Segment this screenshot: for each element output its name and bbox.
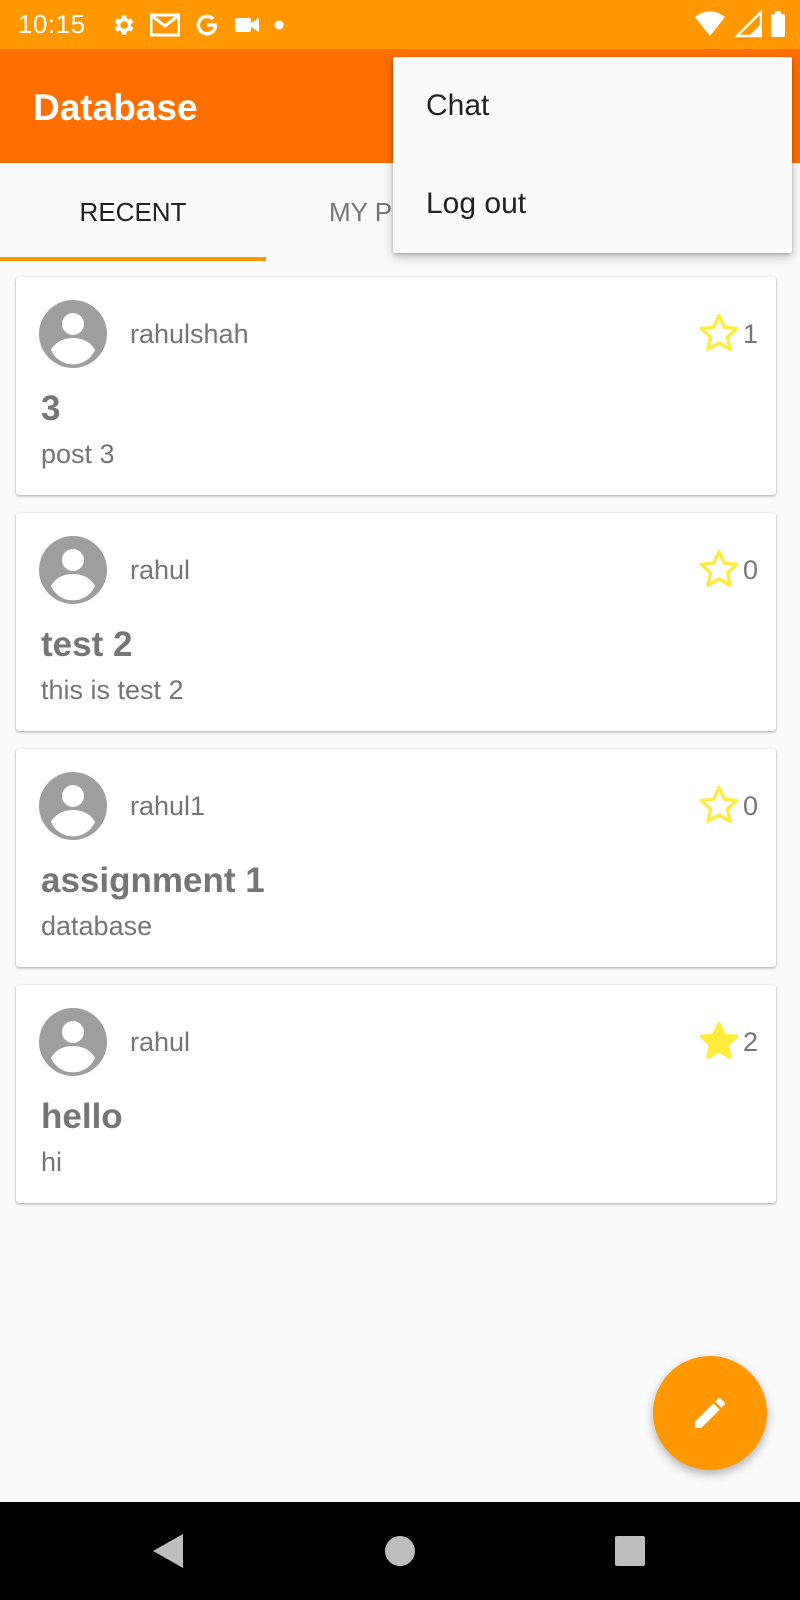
post-card[interactable]: rahulshah 1 3 post 3 xyxy=(16,277,776,495)
star-outline-icon[interactable] xyxy=(697,783,741,827)
overflow-menu: Chat Log out xyxy=(393,57,792,253)
back-button[interactable] xyxy=(143,1526,193,1576)
battery-icon xyxy=(771,11,785,37)
tab-indicator xyxy=(0,257,266,261)
pencil-icon xyxy=(695,1397,725,1428)
status-time: 10:15 xyxy=(18,9,86,39)
star-count: 0 xyxy=(743,555,759,585)
notification-icons xyxy=(110,12,284,38)
recents-icon xyxy=(615,1536,645,1566)
post-card[interactable]: rahul 2 hello hi xyxy=(16,985,776,1203)
google-icon xyxy=(196,14,217,35)
status-bar: 10:15 xyxy=(0,0,800,49)
avatar-icon xyxy=(39,300,107,368)
dot-icon xyxy=(274,20,284,29)
avatar-icon xyxy=(39,1008,107,1076)
recents-button[interactable] xyxy=(605,1526,655,1576)
menu-item-chat[interactable]: Chat xyxy=(393,57,792,155)
star-outline-icon[interactable] xyxy=(697,547,741,591)
signal-icon xyxy=(734,10,762,38)
post-body: this is test 2 xyxy=(41,675,184,705)
gmail-icon xyxy=(149,13,180,36)
post-title: test 2 xyxy=(41,625,133,664)
avatar-icon xyxy=(39,536,107,604)
post-body: post 3 xyxy=(41,439,115,469)
post-card[interactable]: rahul1 0 assignment 1 database xyxy=(16,749,776,967)
system-icons xyxy=(694,10,786,38)
tab-recent[interactable]: RECENT xyxy=(0,163,266,261)
post-author: rahul xyxy=(130,555,191,585)
system-nav-bar xyxy=(0,1502,800,1600)
post-title: 3 xyxy=(41,389,61,428)
app-title: Database xyxy=(33,87,198,128)
star-count: 1 xyxy=(743,319,759,349)
menu-item-log-out[interactable]: Log out xyxy=(393,155,792,253)
star-count: 2 xyxy=(743,1027,759,1057)
post-body: database xyxy=(41,911,153,941)
star-filled-icon[interactable] xyxy=(697,1019,741,1063)
star-outline-icon[interactable] xyxy=(697,311,741,355)
post-author: rahulshah xyxy=(130,319,249,349)
home-button[interactable] xyxy=(375,1526,425,1576)
post-title: hello xyxy=(41,1097,123,1136)
new-post-button[interactable] xyxy=(653,1356,767,1470)
post-author: rahul1 xyxy=(130,791,206,821)
star-count: 0 xyxy=(743,791,759,821)
home-icon xyxy=(385,1536,415,1566)
video-icon xyxy=(234,17,259,32)
post-author: rahul xyxy=(130,1027,191,1057)
avatar-icon xyxy=(39,772,107,840)
gear-icon xyxy=(114,14,133,35)
back-icon xyxy=(153,1534,183,1568)
post-body: hi xyxy=(41,1147,63,1177)
post-card[interactable]: rahul 0 test 2 this is test 2 xyxy=(16,513,776,731)
wifi-icon xyxy=(695,11,725,36)
post-title: assignment 1 xyxy=(41,861,265,900)
